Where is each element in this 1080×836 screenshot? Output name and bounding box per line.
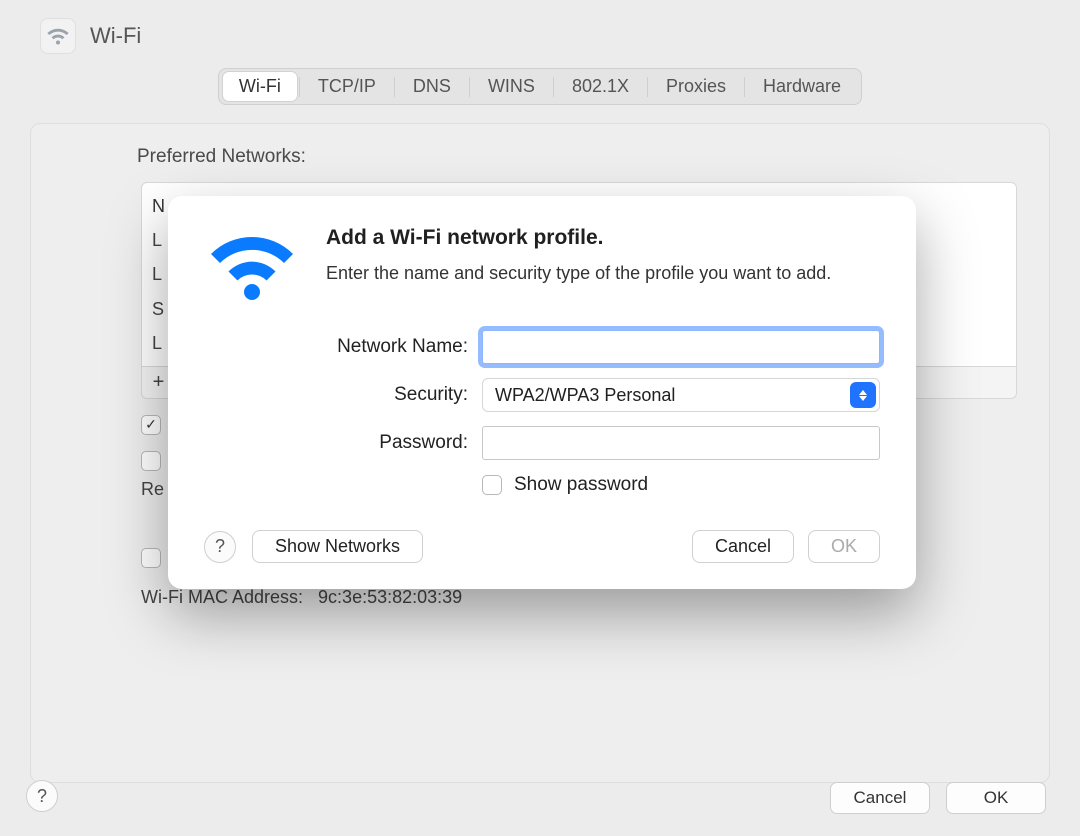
sheet-form: Network Name: Security: WPA2/WPA3 Person… — [204, 330, 880, 496]
wifi-icon — [204, 226, 300, 302]
sheet-cancel-button[interactable]: Cancel — [692, 530, 794, 563]
sheet-footer: ? Show Networks Cancel OK — [204, 530, 880, 563]
password-label: Password: — [204, 432, 482, 454]
security-select[interactable]: WPA2/WPA3 Personal — [482, 378, 880, 412]
network-name-label: Network Name: — [204, 336, 482, 358]
add-wifi-profile-sheet: Add a Wi-Fi network profile. Enter the n… — [168, 196, 916, 589]
sheet-title: Add a Wi-Fi network profile. — [326, 226, 831, 250]
sheet-ok-button[interactable]: OK — [808, 530, 880, 563]
network-name-input[interactable] — [482, 330, 880, 364]
password-input[interactable] — [482, 426, 880, 460]
show-password-row[interactable]: Show password — [482, 474, 880, 496]
chevrons-icon — [850, 382, 876, 408]
show-networks-button[interactable]: Show Networks — [252, 530, 423, 563]
sheet-subtitle: Enter the name and security type of the … — [326, 260, 831, 286]
sheet-help-button[interactable]: ? — [204, 531, 236, 563]
show-password-checkbox[interactable] — [482, 475, 502, 495]
security-label: Security: — [204, 384, 482, 406]
show-password-label: Show password — [514, 474, 648, 496]
security-value: WPA2/WPA3 Personal — [495, 385, 675, 406]
